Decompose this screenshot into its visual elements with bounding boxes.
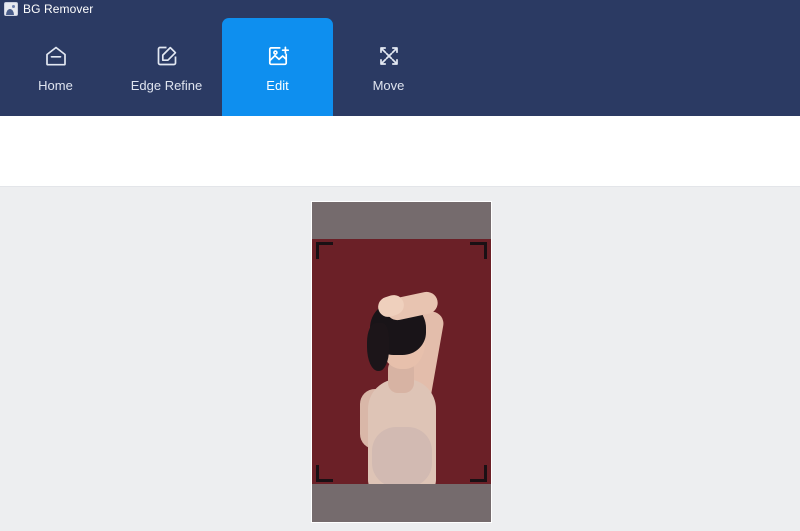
tab-edge-refine-label: Edge Refine: [131, 79, 203, 92]
tab-edit-label: Edit: [266, 79, 288, 92]
subject-photo: [312, 239, 491, 484]
tab-home[interactable]: Home: [0, 18, 111, 116]
subject-shading: [372, 427, 432, 484]
app-title: BG Remover: [23, 0, 93, 18]
move-icon: [376, 43, 402, 69]
crop-selection-area[interactable]: [312, 239, 491, 484]
main-navigation-bar: Home Edge Refine Edit: [0, 18, 800, 116]
image-canvas: [0, 187, 800, 531]
crop-handle-bottom-left[interactable]: [316, 465, 333, 482]
tab-move-label: Move: [373, 79, 405, 92]
photo-preview[interactable]: [312, 202, 491, 522]
subject-hair-side: [367, 323, 389, 371]
tab-move[interactable]: Move: [333, 18, 444, 116]
home-icon: [43, 43, 69, 69]
crop-handle-top-left[interactable]: [316, 242, 333, 259]
title-bar: BG Remover: [0, 0, 800, 18]
crop-handle-bottom-right[interactable]: [470, 465, 487, 482]
nav-tabs: Home Edge Refine Edit: [0, 18, 444, 116]
tab-edit[interactable]: Edit: [222, 18, 333, 116]
edge-refine-icon: [154, 43, 180, 69]
crop-handle-top-right[interactable]: [470, 242, 487, 259]
edit-image-icon: [265, 43, 291, 69]
app-logo-icon: [4, 2, 18, 16]
tab-home-label: Home: [38, 79, 73, 92]
edit-toolbar: Color Image Crop Ratio: 1 Inch: [0, 116, 800, 187]
tab-edge-refine[interactable]: Edge Refine: [111, 18, 222, 116]
